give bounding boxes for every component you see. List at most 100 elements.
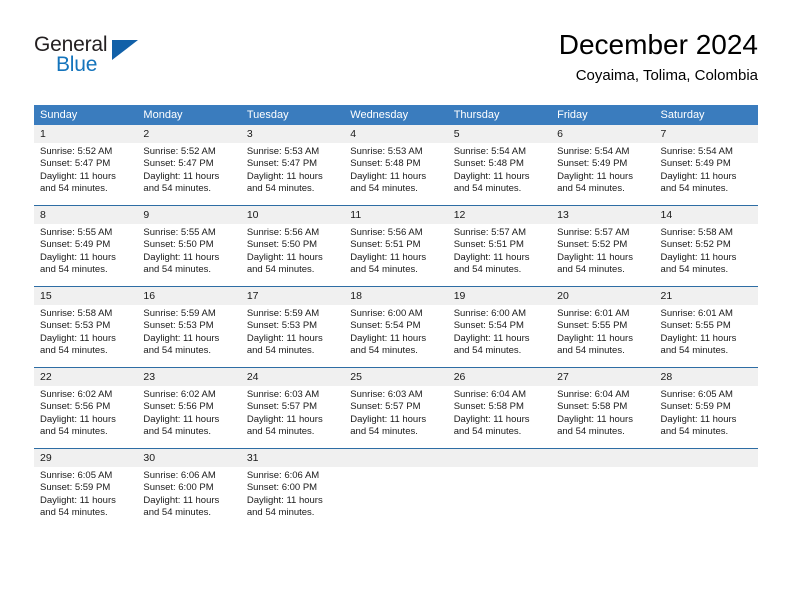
day-number: 25 xyxy=(344,368,448,386)
day-cell[interactable]: 10 Sunrise: 5:56 AM Sunset: 5:50 PM Dayl… xyxy=(240,205,345,287)
sunrise-text: Sunrise: 5:57 AM xyxy=(453,227,527,238)
day-cell[interactable]: 31 Sunrise: 6:06 AM Sunset: 6:00 PM Dayl… xyxy=(240,448,345,529)
day-details: Sunrise: 5:53 AM Sunset: 5:48 PM Dayligh… xyxy=(344,143,447,196)
sunrise-text: Sunrise: 6:01 AM xyxy=(557,308,630,319)
daylight-text: Daylight: 11 hours and 54 minutes. xyxy=(557,170,633,195)
day-details: Sunrise: 5:56 AM Sunset: 5:51 PM Dayligh… xyxy=(344,224,447,277)
day-number: 10 xyxy=(240,206,345,224)
day-number xyxy=(344,449,448,467)
day-cell[interactable]: 13 Sunrise: 5:57 AM Sunset: 5:52 PM Dayl… xyxy=(551,205,655,287)
day-cell[interactable]: 14 Sunrise: 5:58 AM Sunset: 5:52 PM Dayl… xyxy=(654,205,758,287)
day-cell[interactable]: 2 Sunrise: 5:52 AM Sunset: 5:47 PM Dayli… xyxy=(137,125,241,206)
day-cell[interactable]: 30 Sunrise: 6:06 AM Sunset: 6:00 PM Dayl… xyxy=(137,448,241,529)
week-row: 8 Sunrise: 5:55 AM Sunset: 5:49 PM Dayli… xyxy=(34,205,758,287)
day-cell[interactable]: 12 Sunrise: 5:57 AM Sunset: 5:51 PM Dayl… xyxy=(447,205,552,287)
sunset-text: Sunset: 5:58 PM xyxy=(557,401,628,413)
day-cell[interactable]: 28 Sunrise: 6:05 AM Sunset: 5:59 PM Dayl… xyxy=(654,367,758,449)
weekday-header-monday: Monday xyxy=(137,105,241,125)
day-cell[interactable]: 4 Sunrise: 5:53 AM Sunset: 5:48 PM Dayli… xyxy=(344,125,448,206)
sunrise-text: Sunrise: 5:52 AM xyxy=(143,146,216,157)
day-cell[interactable]: 1 Sunrise: 5:52 AM Sunset: 5:47 PM Dayli… xyxy=(34,125,138,206)
day-cell[interactable]: 25 Sunrise: 6:03 AM Sunset: 5:57 PM Dayl… xyxy=(344,367,448,449)
sunset-text: Sunset: 5:55 PM xyxy=(557,320,628,332)
day-cell[interactable]: 27 Sunrise: 6:04 AM Sunset: 5:58 PM Dayl… xyxy=(551,367,655,449)
day-cell[interactable]: 17 Sunrise: 5:59 AM Sunset: 5:53 PM Dayl… xyxy=(240,286,345,368)
sunrise-text: Sunrise: 6:00 AM xyxy=(350,308,423,319)
sunrise-text: Sunrise: 6:01 AM xyxy=(660,308,733,319)
day-cell[interactable]: 8 Sunrise: 5:55 AM Sunset: 5:49 PM Dayli… xyxy=(34,205,138,287)
weekday-header-friday: Friday xyxy=(551,105,655,125)
calendar-header-row: Sunday Monday Tuesday Wednesday Thursday… xyxy=(34,105,758,125)
calendar-body: 1 Sunrise: 5:52 AM Sunset: 5:47 PM Dayli… xyxy=(34,125,758,529)
sunrise-text: Sunrise: 5:55 AM xyxy=(143,227,216,238)
sunrise-text: Sunrise: 6:05 AM xyxy=(660,389,733,400)
day-number: 13 xyxy=(551,206,655,224)
sunset-text: Sunset: 5:53 PM xyxy=(143,320,214,332)
sunrise-text: Sunrise: 6:04 AM xyxy=(557,389,630,400)
day-cell[interactable]: 21 Sunrise: 6:01 AM Sunset: 5:55 PM Dayl… xyxy=(654,286,758,368)
daylight-text: Daylight: 11 hours and 54 minutes. xyxy=(660,251,737,276)
daylight-text: Daylight: 11 hours and 54 minutes. xyxy=(350,251,427,276)
day-number: 1 xyxy=(34,125,138,143)
daylight-text: Daylight: 11 hours and 54 minutes. xyxy=(40,170,116,195)
day-cell[interactable]: 9 Sunrise: 5:55 AM Sunset: 5:50 PM Dayli… xyxy=(137,205,241,287)
day-number: 26 xyxy=(447,368,552,386)
sunrise-text: Sunrise: 5:58 AM xyxy=(40,308,113,319)
sunrise-text: Sunrise: 5:59 AM xyxy=(246,308,320,319)
day-cell[interactable]: 24 Sunrise: 6:03 AM Sunset: 5:57 PM Dayl… xyxy=(240,367,345,449)
day-cell[interactable]: 15 Sunrise: 5:58 AM Sunset: 5:53 PM Dayl… xyxy=(34,286,138,368)
sunset-text: Sunset: 5:49 PM xyxy=(40,239,111,251)
week-row: 22 Sunrise: 6:02 AM Sunset: 5:56 PM Dayl… xyxy=(34,367,758,449)
day-details: Sunrise: 5:54 AM Sunset: 5:49 PM Dayligh… xyxy=(655,143,758,196)
daylight-text: Daylight: 11 hours and 54 minutes. xyxy=(557,332,633,357)
sunset-text: Sunset: 5:53 PM xyxy=(40,320,111,332)
day-cell[interactable]: 19 Sunrise: 6:00 AM Sunset: 5:54 PM Dayl… xyxy=(447,286,552,368)
day-cell[interactable]: 22 Sunrise: 6:02 AM Sunset: 5:56 PM Dayl… xyxy=(34,367,138,449)
day-cell[interactable]: 7 Sunrise: 5:54 AM Sunset: 5:49 PM Dayli… xyxy=(654,125,758,206)
day-cell[interactable]: 11 Sunrise: 5:56 AM Sunset: 5:51 PM Dayl… xyxy=(344,205,448,287)
general-blue-logo[interactable]: General Blue xyxy=(34,33,144,79)
weekday-header-saturday: Saturday xyxy=(654,105,758,125)
day-details: Sunrise: 6:03 AM Sunset: 5:57 PM Dayligh… xyxy=(344,386,447,439)
day-number: 11 xyxy=(344,206,448,224)
sunset-text: Sunset: 6:00 PM xyxy=(143,482,214,494)
day-cell[interactable]: 16 Sunrise: 5:59 AM Sunset: 5:53 PM Dayl… xyxy=(137,286,241,368)
sunrise-text: Sunrise: 5:53 AM xyxy=(246,146,320,157)
day-details: Sunrise: 6:02 AM Sunset: 5:56 PM Dayligh… xyxy=(34,386,137,439)
day-number: 18 xyxy=(344,287,448,305)
day-cell[interactable]: 20 Sunrise: 6:01 AM Sunset: 5:55 PM Dayl… xyxy=(551,286,655,368)
day-details: Sunrise: 5:58 AM Sunset: 5:53 PM Dayligh… xyxy=(34,305,137,358)
day-number: 16 xyxy=(137,287,241,305)
day-cell-empty xyxy=(344,448,448,529)
day-cell-empty xyxy=(654,448,758,529)
logo-text-blue: Blue xyxy=(56,53,98,76)
day-number: 15 xyxy=(34,287,138,305)
sunrise-text: Sunrise: 5:54 AM xyxy=(557,146,630,157)
sunset-text: Sunset: 5:58 PM xyxy=(453,401,524,413)
day-cell[interactable]: 3 Sunrise: 5:53 AM Sunset: 5:47 PM Dayli… xyxy=(240,125,345,206)
day-cell[interactable]: 29 Sunrise: 6:05 AM Sunset: 5:59 PM Dayl… xyxy=(34,448,138,529)
day-details: Sunrise: 6:00 AM Sunset: 5:54 PM Dayligh… xyxy=(344,305,447,358)
day-details xyxy=(344,467,447,470)
weekday-header-sunday: Sunday xyxy=(34,105,138,125)
sunset-text: Sunset: 5:53 PM xyxy=(246,320,318,332)
sunset-text: Sunset: 5:51 PM xyxy=(350,239,421,251)
day-details: Sunrise: 5:55 AM Sunset: 5:50 PM Dayligh… xyxy=(137,224,240,277)
sunset-text: Sunset: 5:48 PM xyxy=(350,158,421,170)
day-details: Sunrise: 6:05 AM Sunset: 5:59 PM Dayligh… xyxy=(34,467,137,520)
day-cell[interactable]: 18 Sunrise: 6:00 AM Sunset: 5:54 PM Dayl… xyxy=(344,286,448,368)
sunset-text: Sunset: 5:48 PM xyxy=(453,158,524,170)
sunrise-text: Sunrise: 5:54 AM xyxy=(453,146,527,157)
sunrise-text: Sunrise: 5:53 AM xyxy=(350,146,423,157)
sunset-text: Sunset: 5:49 PM xyxy=(660,158,731,170)
title-block: December 2024 Coyaima, Tolima, Colombia xyxy=(559,28,758,86)
sunset-text: Sunset: 6:00 PM xyxy=(246,482,318,494)
day-cell[interactable]: 26 Sunrise: 6:04 AM Sunset: 5:58 PM Dayl… xyxy=(447,367,552,449)
day-details: Sunrise: 5:59 AM Sunset: 5:53 PM Dayligh… xyxy=(137,305,240,358)
day-cell[interactable]: 6 Sunrise: 5:54 AM Sunset: 5:49 PM Dayli… xyxy=(551,125,655,206)
daylight-text: Daylight: 11 hours and 54 minutes. xyxy=(246,170,323,195)
day-cell[interactable]: 23 Sunrise: 6:02 AM Sunset: 5:56 PM Dayl… xyxy=(137,367,241,449)
day-number: 30 xyxy=(137,449,241,467)
day-cell[interactable]: 5 Sunrise: 5:54 AM Sunset: 5:48 PM Dayli… xyxy=(447,125,552,206)
day-details: Sunrise: 6:06 AM Sunset: 6:00 PM Dayligh… xyxy=(137,467,240,520)
